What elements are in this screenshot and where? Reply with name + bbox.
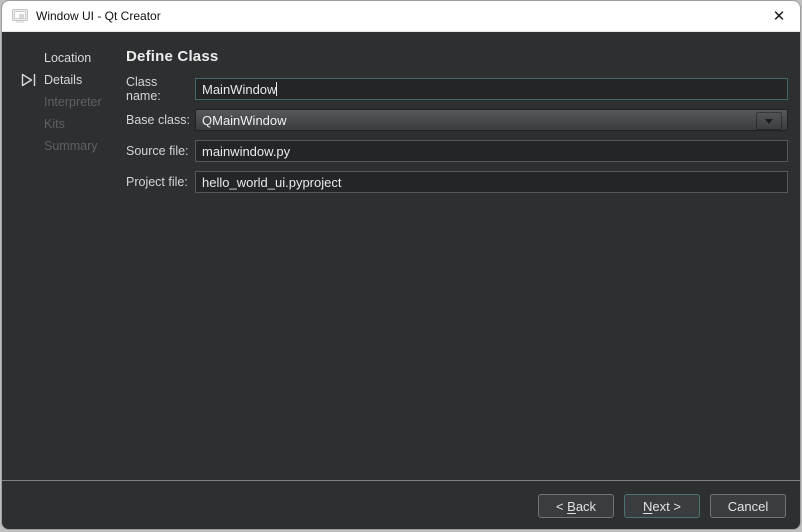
window-title: Window UI - Qt Creator: [36, 9, 161, 23]
source-file-value: mainwindow.py: [202, 144, 290, 159]
next-label-post: ext >: [652, 499, 681, 514]
sidebar-item-kits: Kits: [2, 113, 125, 135]
step-label: Interpreter: [44, 95, 102, 109]
project-file-row: Project file: hello_world_ui.pyproject: [126, 171, 788, 193]
sidebar-item-summary: Summary: [2, 135, 125, 157]
source-file-input[interactable]: mainwindow.py: [195, 140, 788, 162]
sidebar-item-details[interactable]: Details: [2, 69, 125, 91]
wizard-steps-sidebar: Location Details Interpreter Kits Summar…: [2, 32, 125, 157]
class-name-row: Class name: MainWindow: [126, 78, 788, 100]
footer-divider: [2, 480, 800, 481]
current-step-icon: [21, 73, 38, 87]
project-file-label: Project file:: [126, 175, 195, 189]
base-class-row: Base class: QMainWindow: [126, 109, 788, 131]
project-file-value: hello_world_ui.pyproject: [202, 175, 341, 190]
base-class-label: Base class:: [126, 113, 195, 127]
next-button[interactable]: Next >: [624, 494, 700, 518]
base-class-dropdown[interactable]: QMainWindow: [195, 109, 788, 131]
close-icon: ✕: [773, 7, 786, 25]
step-label: Kits: [44, 117, 65, 131]
back-label-post: ack: [576, 499, 596, 514]
dialog-body: Location Details Interpreter Kits Summar…: [2, 32, 800, 529]
back-label-mnemonic: B: [567, 499, 576, 514]
page-title: Define Class: [126, 48, 788, 65]
wizard-button-row: < Back Next > Cancel: [538, 494, 786, 518]
cancel-label: Cancel: [728, 499, 768, 514]
class-name-input[interactable]: MainWindow: [195, 78, 788, 100]
sidebar-item-location[interactable]: Location: [2, 47, 125, 69]
close-button[interactable]: ✕: [758, 1, 800, 32]
source-file-label: Source file:: [126, 144, 195, 158]
wizard-dialog: Window UI - Qt Creator ✕ Location Detail…: [1, 0, 801, 530]
app-icon: [12, 9, 28, 23]
base-class-value: QMainWindow: [202, 113, 287, 128]
text-caret: [276, 82, 277, 96]
define-class-page: Define Class Class name: MainWindow Base…: [126, 32, 788, 202]
chevron-down-icon: [765, 119, 773, 124]
class-name-label: Class name:: [126, 75, 195, 103]
step-label: Location: [44, 51, 91, 65]
project-file-input[interactable]: hello_world_ui.pyproject: [195, 171, 788, 193]
dropdown-arrow-button[interactable]: [756, 112, 782, 130]
cancel-button[interactable]: Cancel: [710, 494, 786, 518]
step-label: Details: [44, 73, 82, 87]
title-bar[interactable]: Window UI - Qt Creator ✕: [2, 1, 800, 32]
back-button[interactable]: < Back: [538, 494, 614, 518]
step-label: Summary: [44, 139, 97, 153]
next-label-mnemonic: N: [643, 499, 652, 514]
back-label-pre: <: [556, 499, 567, 514]
class-name-value: MainWindow: [202, 82, 276, 97]
sidebar-item-interpreter: Interpreter: [2, 91, 125, 113]
source-file-row: Source file: mainwindow.py: [126, 140, 788, 162]
